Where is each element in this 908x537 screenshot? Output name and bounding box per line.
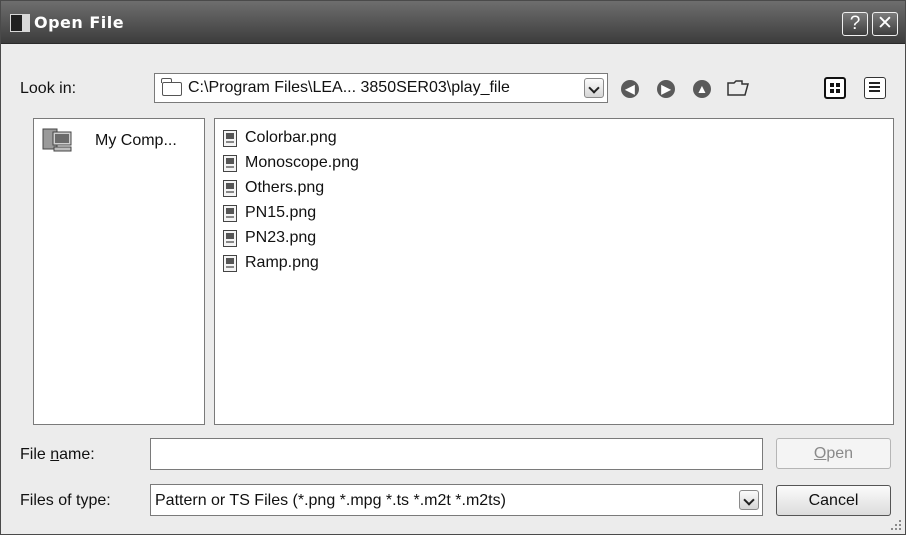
file-name: Monoscope.png: [245, 154, 359, 171]
parent-directory-button[interactable]: ▲: [693, 80, 711, 98]
file-name-label: File name:: [20, 446, 95, 464]
place-item-label: My Comp...: [95, 132, 177, 149]
file-name-input[interactable]: [150, 438, 763, 470]
help-button[interactable]: ?: [842, 12, 868, 36]
open-file-dialog: Open File ? ✕ Look in: C:\Program Files\…: [0, 0, 906, 535]
place-item-my-computer[interactable]: My Comp...: [40, 125, 200, 157]
computer-icon: [42, 128, 72, 152]
image-file-icon: [223, 205, 237, 222]
look-in-path: C:\Program Files\LEA... 3850SER03\play_f…: [188, 79, 510, 96]
image-file-icon: [223, 230, 237, 247]
file-name: Colorbar.png: [245, 129, 337, 146]
look-in-dropdown-button[interactable]: [584, 78, 604, 98]
detail-view-button[interactable]: [864, 77, 886, 99]
icon-view-button[interactable]: [824, 77, 846, 99]
up-arrow-icon: ▲: [696, 82, 708, 96]
new-folder-icon: [727, 80, 749, 96]
open-button-mnemonic: O: [813, 445, 827, 462]
file-type-label: Files of type:: [20, 492, 111, 509]
file-name: PN15.png: [245, 204, 317, 221]
folder-icon: [161, 78, 182, 96]
icon-view-icon: [830, 83, 840, 93]
image-file-icon: [223, 130, 237, 147]
file-name: Ramp.png: [245, 254, 319, 271]
file-type-value: Pattern or TS Files (*.png *.mpg *.ts *.…: [155, 492, 506, 509]
back-arrow-icon: ◀: [625, 82, 635, 96]
look-in-combo[interactable]: C:\Program Files\LEA... 3850SER03\play_f…: [154, 73, 608, 103]
image-file-icon: [223, 180, 237, 197]
file-name-label-prefix: File: [20, 446, 51, 463]
file-name-label-mnemonic: n: [50, 446, 60, 463]
image-file-icon: [223, 255, 237, 272]
dialog-title: Open File: [34, 13, 125, 32]
image-file-icon: [223, 155, 237, 172]
file-name-label-suffix: ame:: [59, 446, 95, 463]
look-in-label: Look in:: [20, 80, 77, 97]
file-name: PN23.png: [245, 229, 317, 246]
forward-button[interactable]: ▶: [657, 80, 675, 98]
file-list[interactable]: Colorbar.png Monoscope.png Others.png PN…: [214, 118, 894, 425]
cancel-button[interactable]: Cancel: [776, 485, 891, 516]
places-sidebar: My Comp...: [33, 118, 205, 425]
title-bar[interactable]: Open File ? ✕: [1, 1, 905, 44]
resize-grip-icon[interactable]: [888, 517, 902, 531]
open-button-label: pen: [826, 445, 854, 462]
close-button[interactable]: ✕: [872, 12, 898, 36]
back-button[interactable]: ◀: [621, 80, 639, 98]
new-folder-button[interactable]: [727, 79, 749, 96]
file-name: Others.png: [245, 179, 325, 196]
open-button[interactable]: Open: [776, 438, 891, 469]
file-type-combo[interactable]: Pattern or TS Files (*.png *.mpg *.ts *.…: [150, 484, 763, 516]
file-type-dropdown-button[interactable]: [739, 490, 759, 510]
app-window-icon: [10, 14, 30, 32]
forward-arrow-icon: ▶: [661, 82, 671, 96]
